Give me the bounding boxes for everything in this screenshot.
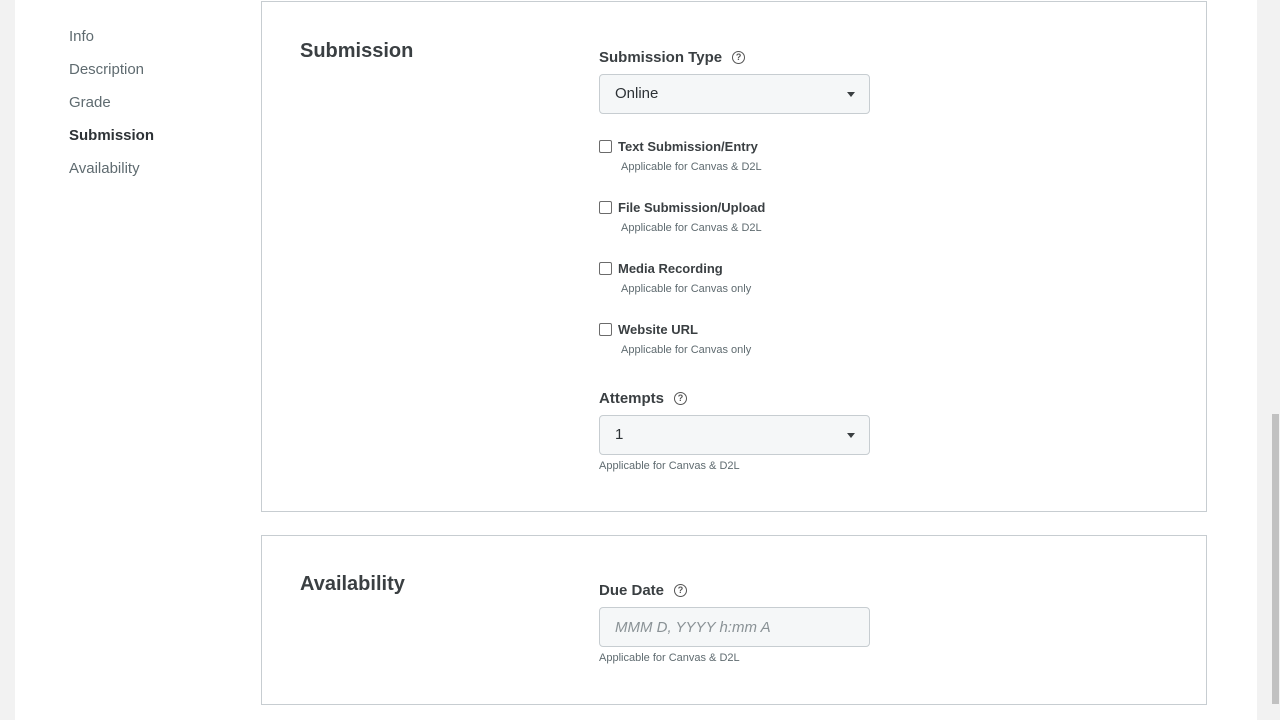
- submission-type-value: Online: [615, 85, 659, 102]
- nav-item-submission[interactable]: Submission: [69, 123, 154, 156]
- attempts-value: 1: [615, 426, 624, 443]
- text-submission-label[interactable]: Text Submission/Entry: [618, 139, 758, 154]
- attempts-select[interactable]: 1: [599, 415, 870, 455]
- help-icon[interactable]: ?: [674, 584, 688, 597]
- due-date-input[interactable]: [599, 607, 870, 647]
- chevron-down-icon: [847, 92, 855, 97]
- media-recording-label[interactable]: Media Recording: [618, 261, 723, 276]
- file-submission-checkbox[interactable]: [599, 201, 612, 214]
- text-submission-checkbox[interactable]: [599, 140, 612, 153]
- availability-card: Availability Due Date ? Applicable for C…: [261, 535, 1207, 705]
- nav-item-grade[interactable]: Grade: [69, 90, 154, 123]
- text-submission-note: Applicable for Canvas & D2L: [621, 161, 762, 173]
- due-date-note: Applicable for Canvas & D2L: [599, 652, 740, 664]
- option-media-recording: Media Recording Applicable for Canvas on…: [599, 261, 751, 295]
- due-date-label: Due Date ?: [599, 582, 688, 599]
- submission-card: Submission Submission Type ? Online Text…: [261, 1, 1207, 512]
- scrollbar[interactable]: [1271, 0, 1280, 720]
- chevron-down-icon: [847, 433, 855, 438]
- file-submission-note: Applicable for Canvas & D2L: [621, 222, 762, 234]
- nav-item-info[interactable]: Info: [69, 24, 154, 57]
- help-icon[interactable]: ?: [732, 51, 746, 64]
- website-url-label[interactable]: Website URL: [618, 322, 698, 337]
- submission-type-label-text: Submission Type: [599, 49, 723, 66]
- option-file-submission: File Submission/Upload Applicable for Ca…: [599, 200, 765, 234]
- attempts-label-text: Attempts: [599, 390, 665, 407]
- scrollbar-thumb[interactable]: [1272, 414, 1279, 704]
- attempts-note: Applicable for Canvas & D2L: [599, 460, 740, 472]
- availability-title: Availability: [300, 573, 405, 595]
- nav-item-availability[interactable]: Availability: [69, 156, 154, 189]
- submission-type-select[interactable]: Online: [599, 74, 870, 114]
- nav-item-description[interactable]: Description: [69, 57, 154, 90]
- media-recording-note: Applicable for Canvas only: [621, 283, 752, 295]
- file-submission-label[interactable]: File Submission/Upload: [618, 200, 765, 215]
- option-website-url: Website URL Applicable for Canvas only: [599, 322, 751, 356]
- option-text-submission: Text Submission/Entry Applicable for Can…: [599, 139, 762, 173]
- attempts-label: Attempts ?: [599, 390, 688, 407]
- section-nav: Info Description Grade Submission Availa…: [69, 24, 154, 189]
- due-date-label-text: Due Date: [599, 582, 665, 599]
- submission-title: Submission: [300, 40, 414, 62]
- page-content: Info Description Grade Submission Availa…: [15, 0, 1257, 720]
- website-url-note: Applicable for Canvas only: [621, 344, 752, 356]
- website-url-checkbox[interactable]: [599, 323, 612, 336]
- submission-type-label: Submission Type ?: [599, 49, 746, 66]
- media-recording-checkbox[interactable]: [599, 262, 612, 275]
- help-icon[interactable]: ?: [674, 392, 688, 405]
